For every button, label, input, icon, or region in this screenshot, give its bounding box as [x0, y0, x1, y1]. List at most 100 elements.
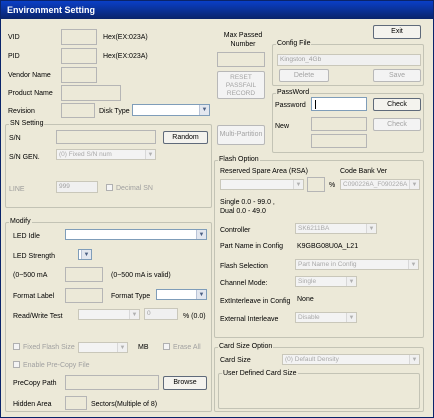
- line-label: LINE: [9, 186, 25, 193]
- checkbox-icon: [106, 183, 113, 191]
- controller-select[interactable]: SK6211BA ▼: [295, 223, 377, 234]
- chevron-down-icon: ▼: [117, 343, 127, 352]
- new-password-label: New: [275, 123, 290, 130]
- reserved-spare-area-select[interactable]: ▼: [220, 179, 304, 190]
- channel-mode-select[interactable]: Single ▼: [295, 276, 357, 287]
- disk-type-label: Disk Type: [99, 108, 130, 115]
- sn-gen-select[interactable]: (0) Fixed S/N num ▼: [56, 149, 156, 160]
- erase-all-checkbox[interactable]: Erase All: [163, 342, 201, 352]
- precopy-path-label: PreCopy Path: [13, 380, 57, 387]
- confirm-password-input[interactable]: [311, 134, 367, 148]
- flash-selection-select[interactable]: Part Name in Config ▼: [295, 259, 419, 270]
- disk-type-select[interactable]: ▼: [132, 104, 210, 116]
- delete-button[interactable]: Delete: [279, 69, 329, 82]
- chevron-down-icon: ▼: [199, 105, 209, 115]
- reset-passfail-record-button[interactable]: RESET PASSFAIL RECORD: [217, 71, 265, 99]
- ma-input[interactable]: [65, 267, 103, 282]
- revision-input[interactable]: [61, 103, 95, 118]
- password-input[interactable]: [311, 97, 367, 111]
- led-idle-label: LED Idle: [13, 233, 40, 240]
- mb-label: MB: [138, 344, 149, 351]
- config-file-input[interactable]: Kingston_4Gb: [277, 54, 421, 66]
- format-type-select[interactable]: ▼: [156, 289, 207, 300]
- ma-label: (0~500 mA: [13, 272, 48, 279]
- vendor-name-input[interactable]: [61, 67, 97, 83]
- random-button[interactable]: Random: [163, 131, 208, 144]
- chevron-down-icon: ▼: [409, 355, 419, 364]
- exit-button[interactable]: Exit: [373, 25, 421, 39]
- sn-gen-value: (0) Fixed S/N num: [59, 151, 112, 158]
- card-size-select[interactable]: (0) Default Density ▼: [282, 354, 420, 365]
- precopy-path-input[interactable]: [65, 375, 159, 390]
- multi-partition-button[interactable]: Multi-Partition: [217, 125, 265, 145]
- check-new-password-button[interactable]: Check: [373, 118, 421, 131]
- led-idle-select[interactable]: ▼: [65, 229, 207, 240]
- decimal-sn-checkbox[interactable]: Decimal SN: [106, 183, 153, 193]
- read-write-percent-input[interactable]: 0: [144, 308, 178, 320]
- chevron-down-icon: ▼: [81, 250, 91, 259]
- password-label: Password: [275, 102, 306, 109]
- enable-precopy-label: Enable Pre-Copy File: [23, 362, 90, 369]
- sn-input[interactable]: [56, 130, 156, 144]
- enable-precopy-checkbox[interactable]: Enable Pre-Copy File: [13, 360, 90, 370]
- controller-value: SK6211BA: [298, 225, 330, 232]
- line-input[interactable]: 999: [56, 181, 98, 193]
- checkbox-icon: [163, 342, 170, 350]
- chevron-down-icon: ▼: [408, 260, 418, 269]
- hidden-area-input[interactable]: [65, 396, 87, 410]
- read-write-test-label: Read/Write Test: [13, 313, 63, 320]
- vid-input[interactable]: [61, 29, 97, 45]
- part-name-value: K9GBG08U0A_L21: [297, 243, 359, 250]
- flash-selection-value: Part Name in Config: [298, 261, 357, 268]
- decimal-sn-label: Decimal SN: [116, 185, 153, 192]
- led-strength-select[interactable]: ▼: [78, 249, 92, 260]
- code-bank-value: C090226A_F090226A: [343, 181, 408, 188]
- sectors-label: Sectors(Multiple of 8): [91, 401, 158, 408]
- environment-setting-window: Environment Setting Exit VID Hex(EX:023A…: [0, 0, 434, 418]
- user-defined-card-size-group: [218, 373, 420, 409]
- part-name-label: Part Name in Config: [220, 243, 284, 250]
- fixed-flash-size-checkbox[interactable]: Fixed Flash Size: [13, 342, 75, 352]
- ma-hint: (0~500 mA is valid): [111, 272, 171, 279]
- format-type-label: Format Type: [111, 293, 151, 300]
- config-file-title: Config File: [276, 39, 312, 48]
- channel-mode-label: Channel Mode:: [220, 280, 268, 287]
- code-bank-ver-label: Code Bank Ver: [340, 168, 388, 175]
- card-size-value: (0) Default Density: [285, 356, 339, 363]
- chevron-down-icon: ▼: [145, 150, 155, 159]
- pid-hint: Hex(EX:023A): [103, 53, 148, 60]
- product-name-label: Product Name: [8, 90, 53, 97]
- new-password-input[interactable]: [311, 117, 367, 131]
- checkbox-icon: [13, 342, 20, 350]
- chevron-down-icon: ▼: [409, 180, 419, 189]
- controller-label: Controller: [220, 227, 251, 234]
- external-interleave-select[interactable]: Disable ▼: [295, 312, 357, 323]
- read-write-test-select[interactable]: ▼: [78, 309, 140, 320]
- chevron-down-icon: ▼: [346, 313, 356, 322]
- check-password-button[interactable]: Check: [373, 98, 421, 111]
- channel-mode-value: Single: [298, 278, 317, 285]
- chevron-down-icon: ▼: [293, 180, 303, 189]
- revision-label: Revision: [8, 108, 35, 115]
- chevron-down-icon: ▼: [196, 230, 206, 239]
- code-bank-ver-select[interactable]: C090226A_F090226A ▼: [340, 179, 420, 190]
- reserved-spare-area-label: Reserved Spare Area (RSA): [220, 168, 308, 175]
- product-name-input[interactable]: [61, 85, 121, 101]
- max-passed-number-input[interactable]: [217, 52, 265, 67]
- sn-setting-title: SN Setting: [9, 119, 45, 128]
- pid-input[interactable]: [61, 48, 97, 64]
- rsa-percent-input[interactable]: [307, 177, 325, 192]
- format-label-input[interactable]: [65, 288, 103, 303]
- flash-selection-label: Flash Selection: [220, 263, 268, 270]
- ext-interleave-config-label: ExtInterleave in Config: [220, 298, 291, 305]
- save-button[interactable]: Save: [373, 69, 421, 82]
- chevron-down-icon: ▼: [366, 224, 376, 233]
- chevron-down-icon: ▼: [346, 277, 356, 286]
- fixed-flash-size-select[interactable]: ▼: [78, 342, 128, 353]
- browse-button[interactable]: Browse: [163, 376, 207, 390]
- text-cursor: [315, 100, 316, 109]
- vid-hint: Hex(EX:023A): [103, 34, 148, 41]
- sn-label: S/N: [9, 135, 21, 142]
- ext-interleave-config-value: None: [297, 296, 314, 303]
- max-passed-number-label: Max Passed Number: [223, 32, 263, 48]
